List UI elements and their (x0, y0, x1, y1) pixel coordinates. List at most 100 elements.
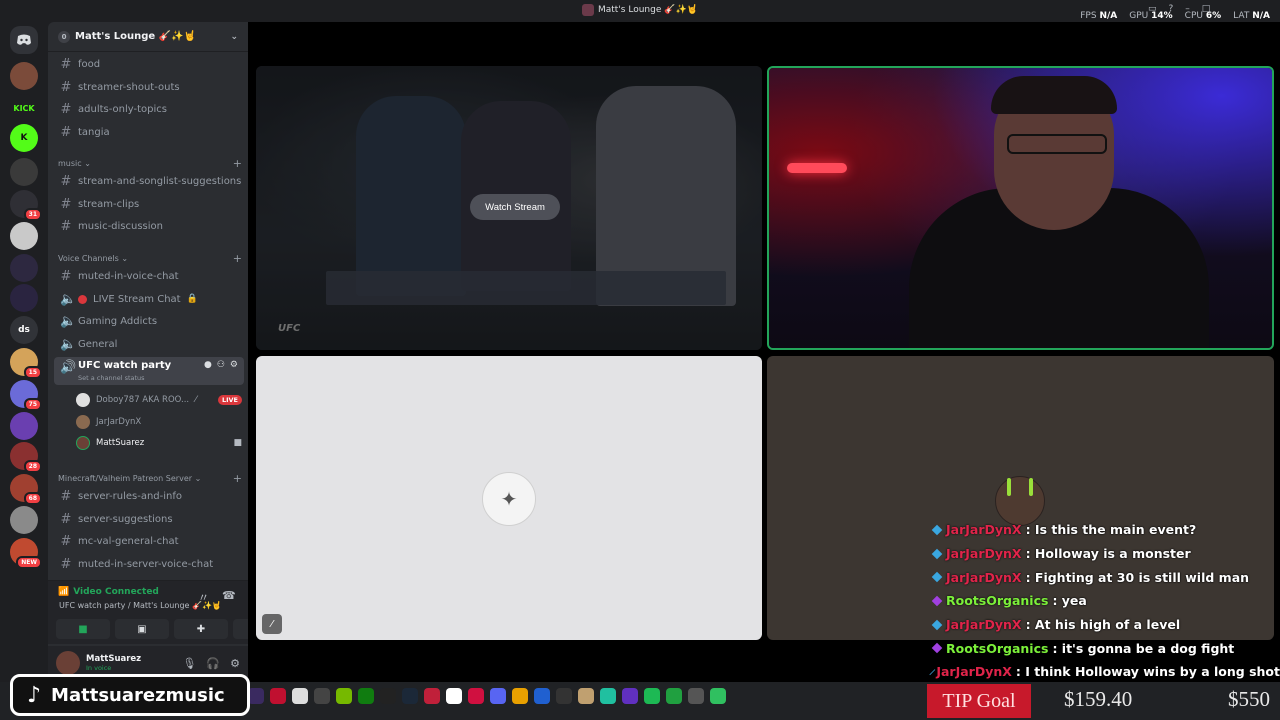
channel-muted-in-server-voice-chat[interactable]: # muted-in-server-voice-chat (54, 554, 244, 574)
channel-live-stream-chat[interactable]: 🔈 LIVE Stream Chat 🔒 (54, 289, 244, 309)
watch-stream-button[interactable]: Watch Stream (470, 194, 560, 220)
user-info[interactable]: MattSuarez In voice (86, 654, 141, 672)
voice-user-jarjardynx[interactable]: JarJarDynX (76, 413, 242, 431)
voice-user-doboy[interactable]: Doboy787 AKA ROO... ⁄ LIVE (76, 391, 242, 409)
category-minecraft[interactable]: Minecraft/Valheim Patreon Server ⌄ + (58, 472, 242, 485)
channel-music-discussion[interactable]: # music-discussion (54, 216, 244, 236)
app-purple-icon[interactable] (622, 688, 638, 704)
server-icon-6[interactable] (10, 254, 38, 282)
channel-server-rules-and-info[interactable]: # server-rules-and-info (54, 486, 244, 506)
channel-streamer-shout-outs[interactable]: # streamer-shout-outs (54, 77, 244, 97)
server-icon-14[interactable] (10, 506, 38, 534)
voice-status[interactable]: 📶 Video Connected (58, 587, 159, 597)
channel-gaming-addicts[interactable]: 🔈 Gaming Addicts (54, 311, 244, 331)
app-red-icon[interactable] (424, 688, 440, 704)
app-blue-icon[interactable] (534, 688, 550, 704)
discord-icon[interactable] (490, 688, 506, 704)
screen-share-button[interactable]: ▣ (115, 619, 169, 639)
channel-stream-and-songlist-suggestions[interactable]: # stream-and-songlist-suggestions (54, 171, 244, 191)
chevron-down-icon[interactable]: ⌄ (230, 32, 238, 42)
tiktok-handle-overlay: ♪ Mattsuarezmusic (10, 674, 250, 716)
disconnect-icon[interactable]: ☎ (222, 589, 236, 602)
chat-username: JarJarDynX (946, 569, 1022, 585)
avatar (76, 415, 90, 429)
avatar[interactable] (56, 651, 80, 675)
webcam-person-hair (991, 76, 1117, 114)
perf-overlay: FPS N/A GPU 14% CPU 6% LAT N/A (1080, 11, 1270, 21)
server-icon-13[interactable]: 68 (10, 474, 42, 505)
app-ring-icon[interactable] (446, 688, 462, 704)
server-icon-15[interactable]: NEW (10, 538, 42, 569)
chat-message: RootsOrganics: it's gonna be a dog fight (931, 636, 1280, 660)
category-voice-channels[interactable]: Voice Channels ⌄ + (58, 252, 242, 265)
server-icon-8[interactable]: ds (10, 316, 38, 344)
server-icon-12[interactable]: 28 (10, 442, 42, 473)
discord-home-button[interactable] (10, 26, 38, 54)
plus-icon[interactable]: + (233, 157, 242, 170)
voice-user-name: Doboy787 AKA ROO... (96, 395, 190, 405)
notification-badge: 75 (23, 398, 42, 411)
app-green-icon[interactable] (666, 688, 682, 704)
category-music[interactable]: music ⌄ + (58, 157, 242, 170)
gear-icon[interactable]: ⚙ (230, 360, 238, 370)
server-icon-0[interactable] (10, 62, 38, 90)
participant-tile-doboy[interactable]: ✦ ⁄ (256, 356, 762, 640)
channel-label: UFC watch party (78, 360, 172, 371)
microphone-icon[interactable]: 🎙 (182, 657, 196, 670)
xbox-icon[interactable] (358, 688, 374, 704)
noise-suppression-icon[interactable]: 〃 (198, 589, 209, 605)
server-icon-7[interactable] (10, 284, 38, 312)
obs-icon[interactable] (248, 688, 264, 704)
channel-server-suggestions[interactable]: # server-suggestions (54, 509, 244, 529)
channel-general[interactable]: 🔈 General (54, 334, 244, 354)
server-icon-9[interactable]: 15 (10, 348, 42, 379)
channel-muted-in-voice-chat[interactable]: # muted-in-voice-chat (54, 266, 244, 286)
app-dark-icon[interactable] (556, 688, 572, 704)
stream-figure (356, 96, 466, 296)
stream-tile[interactable]: UFC Watch Stream (256, 66, 762, 350)
headphones-icon[interactable]: 🎧 (206, 657, 220, 670)
channel-status[interactable]: Set a channel status (78, 374, 145, 382)
server-icon-1[interactable]: KICK (10, 94, 38, 122)
server-icon-2[interactable]: K (10, 124, 38, 152)
chat-message: JarJarDynX: Holloway is a monster (931, 542, 1280, 566)
server-icon-4[interactable]: 31 (10, 190, 42, 221)
server-icon-10[interactable]: 75 (10, 380, 42, 411)
file-icon[interactable] (292, 688, 308, 704)
gear-icon[interactable]: ⚙ (230, 657, 240, 670)
power-icon[interactable] (270, 688, 286, 704)
flex-icon[interactable] (314, 688, 330, 704)
server-icon-5[interactable] (10, 222, 38, 250)
plus-icon[interactable]: + (233, 252, 242, 265)
chat-bubble-icon[interactable]: ● (204, 360, 212, 370)
server-label: KICK (13, 103, 35, 113)
channel-ufc-watch-party[interactable]: 🔊 UFC watch party Set a channel status ●… (54, 357, 244, 385)
server-icon-11[interactable] (10, 412, 38, 440)
app-red2-icon[interactable] (468, 688, 484, 704)
channel-tangia[interactable]: # tangia (54, 122, 244, 142)
app-teal-icon[interactable] (600, 688, 616, 704)
channel-mc-val-general-chat[interactable]: # mc-val-general-chat (54, 531, 244, 551)
chat-text: : Fighting at 30 is still wild man (1025, 569, 1250, 585)
voice-user-mattsuarez[interactable]: MattSuarez ■ (76, 434, 242, 452)
camera-button[interactable]: ■ (56, 619, 110, 639)
server-icon-3[interactable] (10, 158, 38, 186)
spotify-icon[interactable] (644, 688, 660, 704)
capcut-icon[interactable] (380, 688, 396, 704)
channel-stream-clips[interactable]: # stream-clips (54, 194, 244, 214)
plus-icon[interactable]: + (233, 472, 242, 485)
chrome-icon[interactable] (512, 688, 528, 704)
app-green2-icon[interactable] (710, 688, 726, 704)
steam-icon[interactable] (402, 688, 418, 704)
nvidia-icon[interactable] (336, 688, 352, 704)
add-member-icon[interactable]: ⚇ (217, 360, 225, 370)
guild-header[interactable]: 0 Matt's Lounge 🎸✨🤘 ⌄ (48, 22, 248, 52)
app-tan-icon[interactable] (578, 688, 594, 704)
channel-adults-only-topics[interactable]: # adults-only-topics (54, 99, 244, 119)
activity-button[interactable]: ✚ (174, 619, 228, 639)
app-gray-icon[interactable] (688, 688, 704, 704)
taskbar (248, 688, 726, 704)
webcam-tile[interactable] (767, 66, 1274, 350)
channel-food[interactable]: # food (54, 54, 244, 74)
channel-label: streamer-shout-outs (78, 81, 180, 93)
